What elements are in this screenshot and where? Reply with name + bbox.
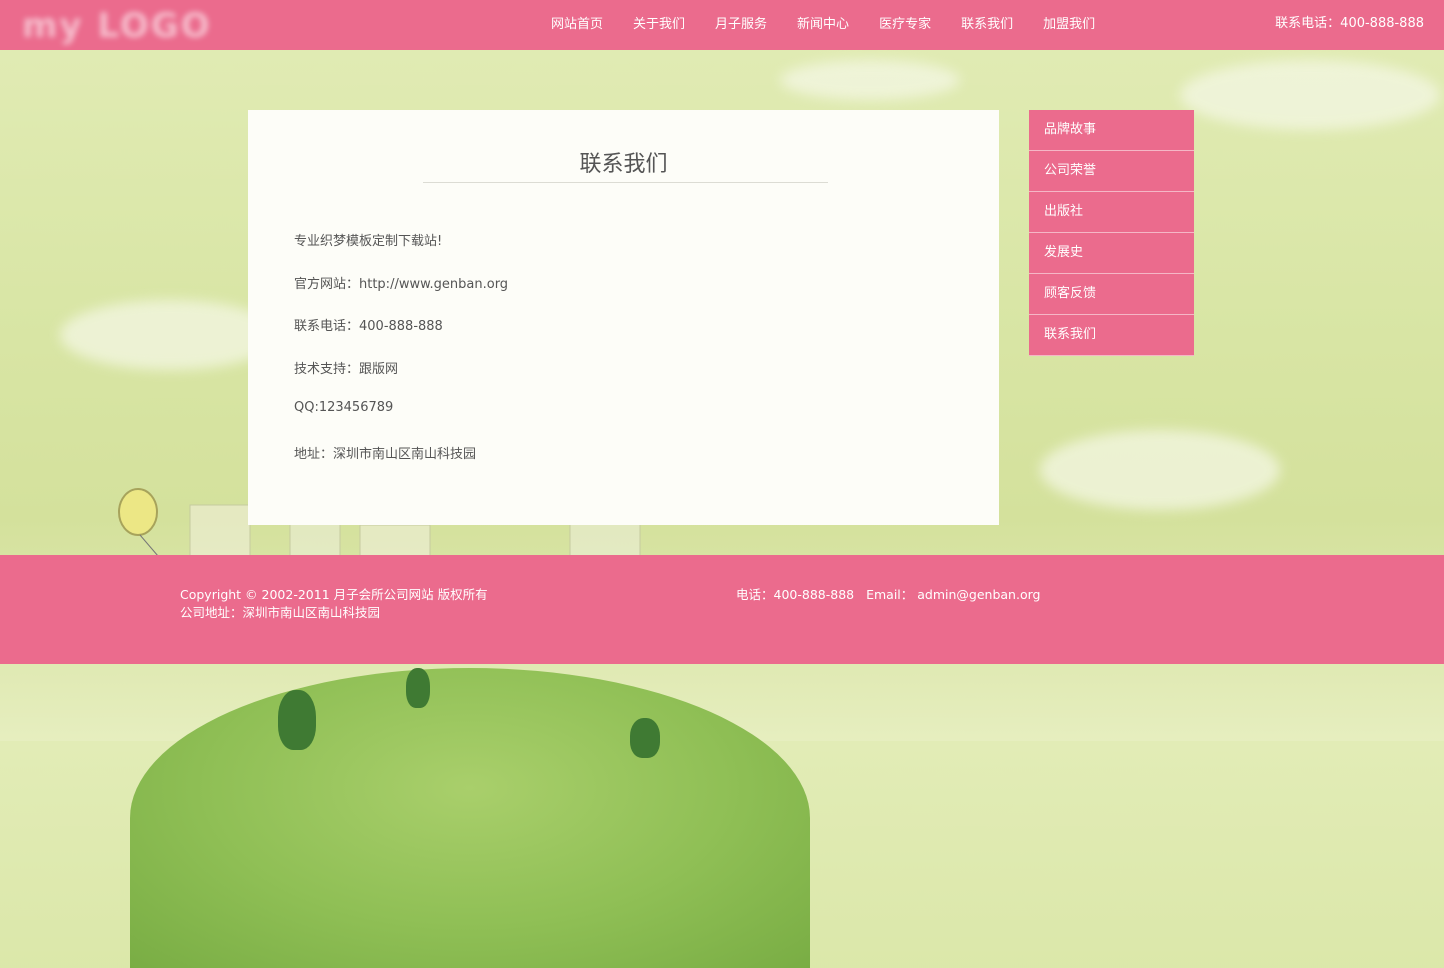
balloon-illustration — [118, 488, 159, 557]
footer-right: 电话：400-888-888 Email： admin@genban.org — [736, 586, 1048, 604]
side-item-publisher[interactable]: 出版社 — [1029, 192, 1194, 233]
info-slogan: 专业织梦模板定制下载站! — [294, 234, 443, 249]
background-tree — [406, 668, 430, 708]
background-cloud — [1180, 60, 1440, 130]
header-phone: 联系电话：400-888-888 — [1275, 16, 1424, 31]
footer-phone: 电话：400-888-888 — [736, 587, 855, 602]
side-item-brand-story[interactable]: 品牌故事 — [1029, 110, 1194, 151]
nav-item-home[interactable]: 网站首页 — [536, 0, 618, 50]
info-qq: QQ:123456789 — [294, 400, 394, 415]
footer: Copyright © 2002-2011 月子会所公司网站 版权所有 公司地址… — [0, 555, 1444, 664]
nav-item-news[interactable]: 新闻中心 — [782, 0, 864, 50]
content-panel: 联系我们 专业织梦模板定制下载站! 官方网站：http://www.genban… — [248, 110, 999, 525]
footer-left: Copyright © 2002-2011 月子会所公司网站 版权所有 公司地址… — [180, 586, 488, 622]
footer-email[interactable]: Email： admin@genban.org — [866, 587, 1040, 602]
footer-address: 公司地址：深圳市南山区南山科技园 — [180, 605, 381, 620]
site-logo[interactable]: my LOGO — [22, 6, 212, 46]
background-cloud — [1040, 430, 1280, 510]
info-website: 官方网站：http://www.genban.org — [294, 276, 509, 292]
nav-item-services[interactable]: 月子服务 — [700, 0, 782, 50]
main-nav: 网站首页 关于我们 月子服务 新闻中心 医疗专家 联系我们 加盟我们 — [536, 0, 1110, 50]
contact-info: 专业织梦模板定制下载站! 官方网站：http://www.genban.org … — [294, 230, 508, 485]
background-cloud — [780, 60, 960, 100]
info-phone: 联系电话：400-888-888 — [294, 319, 443, 334]
background-tree — [630, 718, 660, 758]
footer-copyright: Copyright © 2002-2011 月子会所公司网站 版权所有 — [180, 587, 488, 602]
title-divider — [423, 182, 828, 183]
nav-item-experts[interactable]: 医疗专家 — [864, 0, 946, 50]
nav-item-contact[interactable]: 联系我们 — [946, 0, 1028, 50]
side-item-contact[interactable]: 联系我们 — [1029, 315, 1194, 356]
background-globe-illustration — [130, 668, 810, 968]
nav-item-about[interactable]: 关于我们 — [618, 0, 700, 50]
page-title: 联系我们 — [579, 152, 668, 177]
side-item-feedback[interactable]: 顾客反馈 — [1029, 274, 1194, 315]
side-menu: 品牌故事 公司荣誉 出版社 发展史 顾客反馈 联系我们 — [1029, 110, 1194, 356]
nav-item-join[interactable]: 加盟我们 — [1028, 0, 1110, 50]
info-support: 技术支持：跟版网 — [294, 361, 399, 377]
side-item-honors[interactable]: 公司荣誉 — [1029, 151, 1194, 192]
background-tree — [278, 690, 316, 750]
info-address: 地址：深圳市南山区南山科技园 — [294, 446, 477, 462]
side-item-history[interactable]: 发展史 — [1029, 233, 1194, 274]
background-cloud — [60, 300, 280, 370]
top-header: my LOGO 网站首页 关于我们 月子服务 新闻中心 医疗专家 联系我们 加盟… — [0, 0, 1444, 50]
